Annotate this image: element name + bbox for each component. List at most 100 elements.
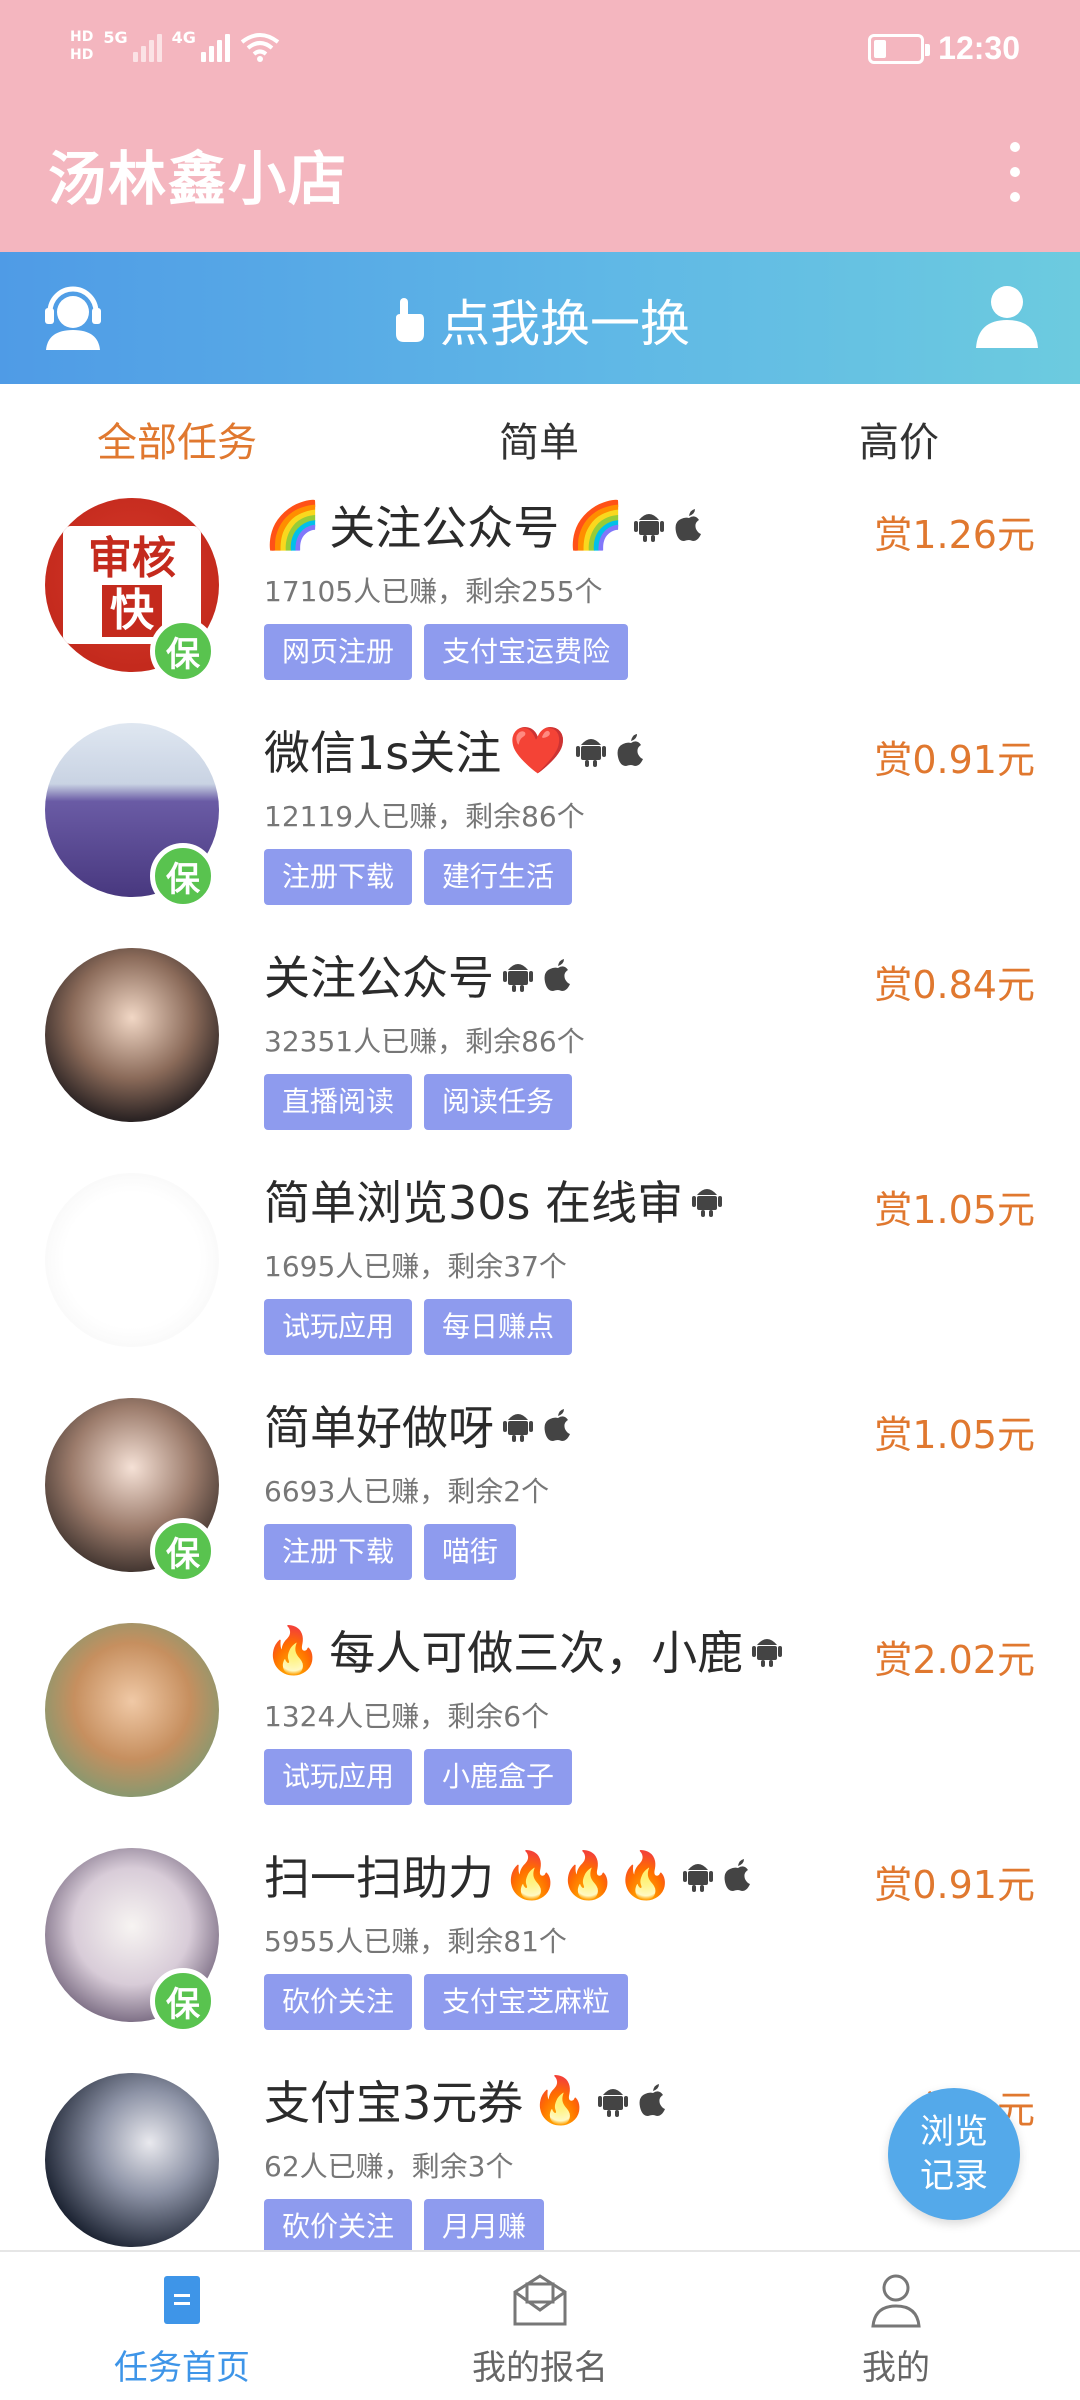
task-tags: 注册下载 建行生活	[264, 849, 573, 905]
task-title-row: 🔥 每人可做三次，小鹿	[264, 1619, 783, 1681]
task-title-suffix-emoji: 🔥	[531, 2072, 589, 2127]
task-tag: 支付宝运费险	[424, 624, 629, 680]
apple-icon	[639, 2084, 665, 2116]
person-icon	[871, 2274, 921, 2328]
task-row[interactable]: 审核快保 🌈 关注公众号 🌈 17105人已赚，剩余255个 网页注册 支付宝运费险 赏1.2…	[0, 494, 1080, 719]
swap-button[interactable]: 点我换一换	[0, 284, 1080, 356]
nav-label: 我的报名	[472, 2348, 608, 2388]
avatar-text: 审核	[88, 533, 176, 584]
nav-label: 我的	[862, 2348, 930, 2388]
swap-label: 点我换一换	[440, 295, 690, 353]
task-stats: 1695人已赚，剩余37个	[264, 1250, 567, 1283]
wifi-icon	[240, 33, 280, 62]
apple-icon	[544, 1409, 570, 1441]
task-stats: 6693人已赚，剩余2个	[264, 1475, 550, 1508]
app-bar: 汤林鑫小店	[0, 100, 1080, 252]
task-tags: 试玩应用 每日赚点	[264, 1299, 573, 1355]
task-reward: 赏2.02元	[874, 1638, 1035, 1682]
task-row[interactable]: 简单浏览30s 在线审 1695人已赚，剩余37个试玩应用 每日赚点 赏1.05元	[0, 1169, 1080, 1394]
guarantee-badge: 保	[150, 1968, 216, 2034]
nav-my-signups[interactable]: 我的报名	[430, 2270, 650, 2389]
status-bar: HD HD 5G 4G 12:30	[0, 0, 1080, 100]
tab-high-price[interactable]: 高价	[859, 410, 939, 468]
task-tag: 注册下载	[264, 849, 413, 905]
task-row[interactable]: 保 简单好做呀 6693人已赚，剩余2个 注册下载 喵街 赏1.05元	[0, 1394, 1080, 1619]
task-avatar	[45, 1623, 219, 1797]
pointing-hand-icon	[396, 298, 424, 342]
signal-4g-icon: 4G	[172, 28, 230, 62]
task-reward: 赏1.26元	[874, 513, 1035, 557]
task-title: 扫一扫助力	[264, 1851, 494, 1905]
apple-icon	[617, 734, 643, 766]
task-title-suffix-emoji: 🌈	[567, 497, 625, 552]
guarantee-badge: 保	[150, 843, 216, 909]
task-tag: 注册下载	[264, 1524, 413, 1580]
tab-all-tasks[interactable]: 全部任务	[97, 410, 257, 468]
task-title: 关注公众号	[264, 951, 494, 1005]
android-icon	[503, 1414, 533, 1442]
task-row[interactable]: 保扫一扫助力 🔥🔥🔥 5955人已赚，剩余81个 砍价关注 支付宝芝麻粒 赏0.91元	[0, 1844, 1080, 2069]
task-title: 微信1s关注	[264, 726, 502, 780]
task-title-suffix-emoji: ❤️	[509, 722, 567, 777]
task-title-suffix-emoji: 🔥🔥🔥	[502, 1847, 674, 1902]
android-icon	[575, 739, 606, 767]
task-tag: 支付宝芝麻粒	[424, 1974, 629, 2030]
task-tags: 直播阅读 阅读任务	[264, 1074, 573, 1130]
task-tag: 每日赚点	[424, 1299, 573, 1355]
android-icon	[597, 2089, 628, 2117]
task-title-row: 扫一扫助力 🔥🔥🔥	[264, 1844, 754, 1906]
filter-tabs: 全部任务 简单 高价	[0, 384, 1080, 494]
task-tags: 注册下载 喵街	[264, 1524, 517, 1580]
task-reward: 赏0.84元	[874, 963, 1035, 1007]
task-row[interactable]: 关注公众号 32351人已赚，剩余86个 直播阅读 阅读任务 赏0.84元	[0, 944, 1080, 1169]
apple-icon	[675, 509, 701, 541]
task-tag: 建行生活	[424, 849, 573, 905]
task-stats: 12119人已赚，剩余86个	[264, 800, 585, 833]
battery-icon	[868, 33, 931, 64]
tab-simple[interactable]: 简单	[499, 410, 579, 468]
task-avatar	[45, 948, 219, 1122]
clock: 12:30	[938, 30, 1020, 66]
task-title-row: 微信1s关注 ❤️	[264, 719, 647, 781]
task-title-row: 关注公众号	[264, 944, 574, 1006]
hd-label: HD	[70, 47, 94, 63]
task-tag: 直播阅读	[264, 1074, 413, 1130]
android-icon	[633, 514, 664, 542]
task-title-row: 支付宝3元券 🔥	[264, 2069, 669, 2131]
nav-label: 任务首页	[114, 2348, 250, 2388]
signal-5g-icon: 5G	[103, 28, 162, 62]
swap-banner: 点我换一换	[0, 252, 1080, 384]
task-reward: 赏0.91元	[874, 738, 1035, 782]
task-tags: 试玩应用 小鹿盒子	[264, 1749, 573, 1805]
nav-task-home[interactable]: 任务首页	[72, 2270, 292, 2389]
task-avatar	[45, 1173, 219, 1347]
task-title: 简单好做呀	[264, 1401, 494, 1455]
task-reward: 赏1.05元	[874, 1188, 1035, 1232]
network-type-label: 5G	[103, 28, 128, 47]
task-title-row: 简单好做呀	[264, 1394, 574, 1456]
task-title: 简单浏览30s 在线审	[264, 1176, 684, 1230]
nav-me[interactable]: 我的	[786, 2270, 1006, 2389]
bottom-nav: 任务首页 我的报名 我的	[0, 2250, 1080, 2400]
task-tags: 砍价关注 支付宝芝麻粒	[264, 1974, 629, 2030]
task-tag: 网页注册	[264, 624, 413, 680]
task-row[interactable]: 🔥 每人可做三次，小鹿 1324人已赚，剩余6个试玩应用 小鹿盒子 赏2.02元	[0, 1619, 1080, 1844]
task-stats: 1324人已赚，剩余6个	[264, 1700, 550, 1733]
apple-icon	[724, 1859, 750, 1891]
task-tag: 砍价关注	[264, 2199, 413, 2255]
more-menu-icon[interactable]	[1000, 142, 1030, 202]
task-tag: 砍价关注	[264, 1974, 413, 2030]
apple-icon	[544, 959, 570, 991]
signal-indicators: HD HD 5G 4G	[70, 28, 280, 62]
user-icon[interactable]	[972, 280, 1042, 350]
task-reward: 赏0.91元	[874, 1863, 1035, 1907]
task-title-prefix-emoji: 🔥	[264, 1622, 322, 1677]
page-title: 汤林鑫小店	[48, 145, 349, 213]
task-tag: 试玩应用	[264, 1749, 413, 1805]
task-row[interactable]: 保微信1s关注 ❤️ 12119人已赚，剩余86个 注册下载 建行生活 赏0.91元	[0, 719, 1080, 944]
network-type-label: 4G	[171, 28, 196, 47]
task-tag: 小鹿盒子	[424, 1749, 573, 1805]
guarantee-badge: 保	[150, 1518, 216, 1584]
browse-history-button[interactable]: 浏览 记录	[888, 2088, 1020, 2220]
browse-history-label-line1: 浏览	[920, 2112, 988, 2152]
